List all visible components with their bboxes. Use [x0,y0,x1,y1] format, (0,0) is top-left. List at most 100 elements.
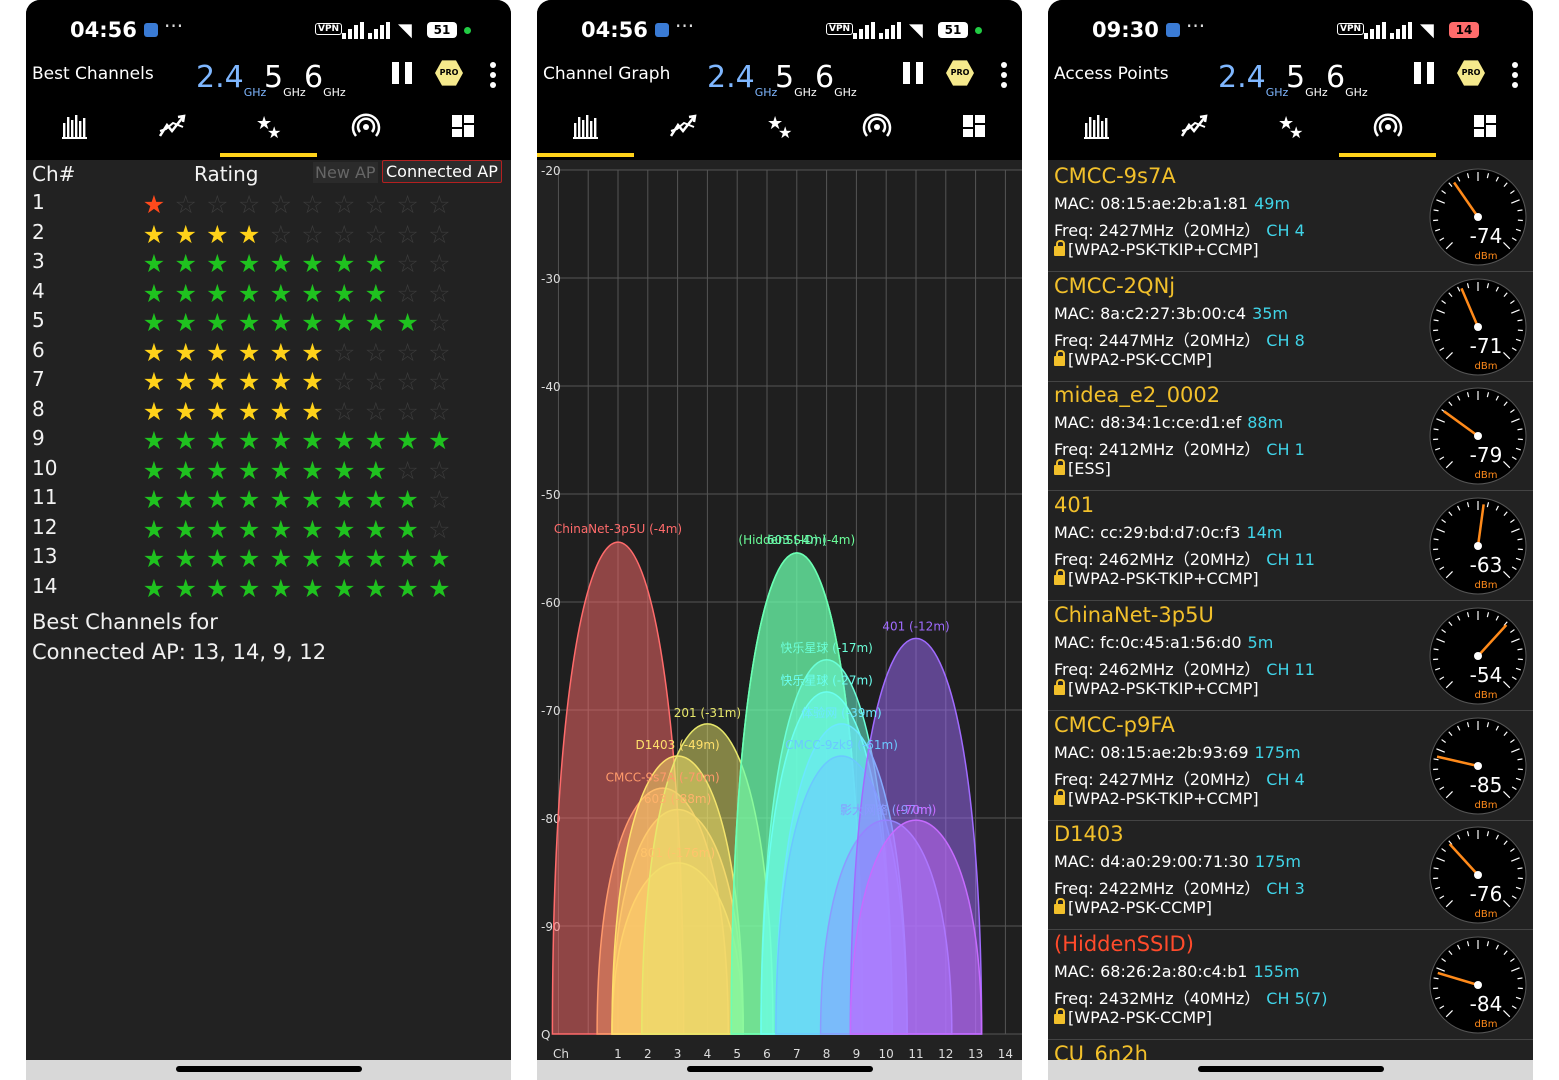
home-indicator[interactable] [175,1066,362,1072]
home-indicator[interactable] [1197,1066,1384,1072]
tab-best-channels[interactable]: ★ ★ [1242,105,1339,157]
star-filled-icon: ★ [396,308,419,337]
star-filled-icon: ★ [206,514,229,544]
svg-text:★: ★ [1289,123,1303,141]
rating-row: 11 ★ ★ ★ ★ ★ ★ ★ ★ ★ ☆ [26,485,511,514]
x-axis-label: Ch [553,1047,569,1060]
star-empty-icon: ☆ [428,190,451,219]
access-point-item[interactable]: CMCC-p9FA MAC: 08:15:ae:2b:93:69 175m Freq:… [1048,711,1533,821]
status-bar: 04:56 ··· VPN ◥ 51 [26,0,511,60]
star-filled-icon: ★ [206,455,229,485]
more-options-icon[interactable] [1512,62,1518,88]
ap-ssid: ChinaNet-3p5U [1054,602,1214,627]
star-filled-icon: ★ [301,396,324,426]
more-options-icon[interactable] [1001,62,1007,88]
star-filled-icon: ★ [174,308,197,337]
access-point-item[interactable]: CMCC-2QNj MAC: 8a:c2:27:3b:00:c4 35m Freq: … [1048,272,1533,382]
app-bar: Channel Graph 2.4 GHz 5 GHz 6 GHz PRO ★ ★ [537,60,1022,160]
x-tick-label: 8 [823,1047,831,1060]
tab-channel-graph[interactable] [634,105,731,157]
tab-dashboard[interactable] [925,105,1022,157]
tab-channel-graph[interactable] [1145,105,1242,157]
access-point-item[interactable]: D1403 MAC: d4:a0:29:00:71:30 175m Freq: 242… [1048,820,1533,931]
star-filled-icon: ★ [301,485,324,514]
band-6ghz[interactable]: 6 GHz [1326,60,1368,99]
ap-ssid: CMCC-p9FA [1054,712,1175,737]
pause-icon[interactable] [903,62,925,84]
star-filled-icon: ★ [396,485,419,514]
star-filled-icon: ★ [206,426,229,455]
more-notifications-icon: ··· [164,14,184,38]
gauge-dbm-value: -54 [1470,663,1503,687]
star-empty-icon: ☆ [428,514,451,544]
tab-channel-rating[interactable] [1048,105,1145,157]
gauge-dbm-value: -63 [1470,553,1503,577]
gauge-unit: dBm [1475,1019,1498,1030]
star-filled-icon: ★ [142,337,166,367]
band-2-4ghz[interactable]: 2.4 GHz [196,60,266,99]
star-filled-icon: ★ [269,367,292,396]
band-2-4ghz[interactable]: 2.4 GHz [1218,60,1288,99]
pause-icon[interactable] [392,62,414,84]
channel-number: 6 [32,337,45,362]
star-filled-icon: ★ [396,426,419,455]
star-filled-icon: ★ [364,249,388,278]
vpn-icon: VPN [826,23,854,35]
tab-dashboard[interactable] [1436,105,1533,157]
tab-best-channels[interactable]: ★ ★ [220,105,317,157]
best-channels-icon: ★★ [256,113,281,141]
pro-badge[interactable]: PRO [1457,60,1485,86]
tab-best-channels[interactable]: ★ ★ [731,105,828,157]
access-point-item[interactable]: 401 MAC: cc:29:bd:d7:0c:f3 14m Freq: 2462MH… [1048,491,1533,602]
series-label: 603 (-88m) [644,792,711,806]
star-filled-icon: ★ [269,455,292,485]
access-point-item[interactable]: midea_e2_0002 MAC: d8:34:1c:ce:d1:ef 88m Fr… [1048,381,1533,492]
lock-icon [1054,1007,1065,1024]
channel-rating-icon [1084,115,1109,139]
tab-channel-rating[interactable] [26,105,123,157]
channel-graph-icon [158,114,186,137]
band-6ghz[interactable]: 6 GHz [304,60,346,99]
series-label: 603 (-4m) [767,533,827,547]
lock-icon [1054,569,1065,586]
band-5ghz[interactable]: 5 GHz [264,60,306,99]
access-point-item[interactable]: CMCC-9s7A MAC: 08:15:ae:2b:a1:81 49m Freq: … [1048,162,1533,272]
access-point-item[interactable]: (HiddenSSID) MAC: 68:26:2a:80:c4:b1 155m Fr… [1048,930,1533,1040]
band-6ghz[interactable]: 6 GHz [815,60,857,99]
band-2-4ghz[interactable]: 2.4 GHz [707,60,777,99]
tab-channel-rating[interactable] [537,105,634,157]
tab-channel-graph[interactable] [123,105,220,157]
x-tick-label: 10 [879,1047,894,1060]
lock-icon [1054,678,1065,695]
gauge-dbm-value: -71 [1470,334,1503,358]
star-filled-icon: ★ [364,573,388,603]
star-filled-icon: ★ [301,426,324,455]
vpn-icon: VPN [315,23,343,35]
best-channels-summary: Best Channels for Connected AP: 13, 14, … [32,607,326,667]
more-options-icon[interactable] [490,62,496,88]
new-ap-button[interactable]: New AP [313,162,378,183]
lock-icon [1054,898,1065,915]
pro-badge[interactable]: PRO [435,60,463,86]
band-5ghz[interactable]: 5 GHz [1286,60,1328,99]
series-label: D1403 (-49m) [635,738,719,752]
connected-ap-button[interactable]: Connected AP [382,160,502,183]
pause-icon[interactable] [1414,62,1436,84]
band-5ghz[interactable]: 5 GHz [775,60,817,99]
tab-access-points[interactable] [317,105,414,157]
star-filled-icon: ★ [301,573,324,603]
more-notifications-icon: ··· [1186,14,1206,38]
wifi-icon: ◥ [1420,20,1434,41]
star-filled-icon: ★ [237,308,261,337]
access-point-item[interactable]: ChinaNet-3p5U MAC: fc:0c:45:a1:56:d0 5m Fre… [1048,601,1533,711]
home-indicator[interactable] [686,1066,873,1072]
star-filled-icon: ★ [142,308,166,337]
star-filled-icon: ★ [237,544,261,573]
x-tick-label: 12 [938,1047,953,1060]
tab-dashboard[interactable] [414,105,511,157]
pro-badge[interactable]: PRO [946,60,974,86]
signal-gauge: -54 dBm [1429,607,1527,705]
tab-access-points[interactable] [828,105,925,157]
tab-access-points[interactable] [1339,105,1436,157]
star-filled-icon: ★ [142,190,166,219]
